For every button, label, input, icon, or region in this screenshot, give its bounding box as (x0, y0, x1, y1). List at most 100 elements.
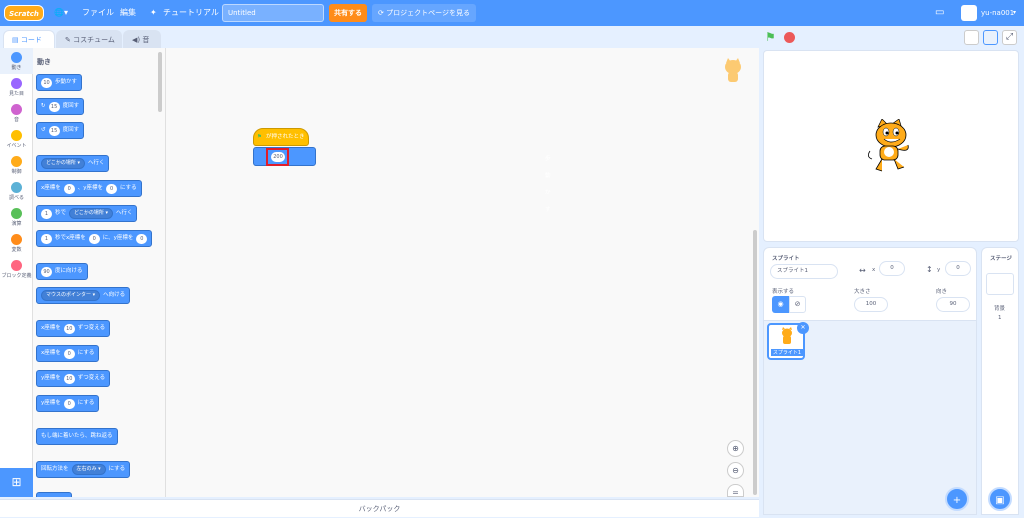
block-dropdown[interactable]: どこかの場所 ▾ (69, 208, 113, 219)
stage-selector[interactable]: ステージ 背景 1 (981, 247, 1019, 515)
block-set-y[interactable]: y座標を 0 にする (36, 395, 100, 412)
y-label: y (937, 267, 941, 273)
sprite-info-title: スプライト (772, 256, 800, 262)
category-dot (11, 130, 22, 141)
block-dropdown[interactable]: 左右のみ ▾ (71, 464, 106, 475)
sprite-name-input[interactable]: スプライト1 (770, 264, 838, 279)
block-input[interactable]: 10 (41, 77, 52, 88)
block-input[interactable]: 1 (41, 208, 52, 219)
category-sensing[interactable]: 調べる (0, 178, 33, 204)
see-project-page-label: プロジェクトページを見る (386, 9, 470, 17)
block-input[interactable]: 0 (63, 398, 75, 409)
move-steps-input[interactable]: 200 (271, 152, 285, 162)
choose-backdrop-button[interactable]: ▣ (988, 487, 1012, 511)
block-input[interactable]: 0 (88, 233, 100, 244)
block-point-towards[interactable]: マウスのポインター ▾ へ向ける (36, 287, 131, 304)
edit-menu[interactable]: 編集 (120, 0, 136, 26)
category-operators[interactable]: 演算 (0, 204, 33, 230)
category-events[interactable]: イベント (0, 126, 33, 152)
show-visible-button[interactable]: ◉ (772, 296, 789, 313)
block-dropdown[interactable]: どこかの場所 ▾ (41, 158, 85, 169)
code-icon: ▤ (12, 36, 21, 44)
when-flag-clicked-block[interactable]: ⚑ が押されたとき (253, 128, 309, 146)
block-input[interactable]: 90 (41, 266, 52, 277)
block-input[interactable]: 15 (48, 101, 60, 112)
direction-input[interactable]: 90 (936, 297, 970, 312)
backpack[interactable]: バックパック (0, 499, 759, 517)
share-button[interactable]: 共有する (329, 4, 367, 22)
category-looks[interactable]: 見た目 (0, 74, 33, 100)
block-bounce[interactable]: もし端に着いたら、跳ね返る (36, 428, 118, 445)
block-glide-xy[interactable]: 1 秒でx座標を 0 に、y座標を 0 (36, 230, 153, 247)
category-sound[interactable]: 音 (0, 100, 33, 126)
add-extension-button[interactable]: ⊞ (0, 468, 33, 497)
folder-icon[interactable]: ▭ (935, 0, 944, 26)
block-move-steps[interactable]: 10 歩動かす (36, 74, 83, 91)
category-dot (11, 78, 22, 89)
tutorial-menu[interactable]: チュートリアル (163, 0, 219, 26)
stop-icon[interactable] (784, 32, 795, 43)
show-hidden-button[interactable]: ⊘ (789, 296, 806, 313)
category-my-blocks[interactable]: ブロック定義 (0, 256, 33, 282)
block-label: 度に向ける (55, 268, 83, 274)
block-point-direction[interactable]: 90 度に向ける (36, 263, 88, 280)
block-input[interactable]: 15 (48, 125, 60, 136)
workspace-scrollbar[interactable] (753, 230, 757, 495)
block-goto[interactable]: どこかの場所 ▾ へ行く (36, 155, 110, 172)
project-title-input[interactable]: Untitled (222, 4, 324, 22)
block-turn-left[interactable]: ↺ 15 度回す (36, 122, 85, 139)
block-glide-to[interactable]: 1 秒で どこかの場所 ▾ へ行く (36, 205, 138, 222)
small-stage-icon[interactable] (964, 30, 979, 45)
block-set-x[interactable]: x座標を 0 にする (36, 345, 100, 362)
username[interactable]: yu-na001 (981, 0, 1014, 26)
highlighted-input[interactable]: 200 (266, 148, 289, 166)
block-input[interactable]: 0 (106, 183, 118, 194)
tab-code[interactable]: ▤ コード (3, 30, 55, 50)
cat-sprite[interactable] (864, 119, 920, 175)
y-position-input[interactable]: 0 (945, 261, 971, 276)
account-caret-icon[interactable]: ▾ (1013, 0, 1016, 26)
avatar[interactable] (961, 5, 977, 21)
palette-scrollbar[interactable] (158, 52, 162, 112)
fullscreen-icon[interactable]: ⤢ (1002, 30, 1017, 45)
block-change-y[interactable]: y座標を 10 ずつ変える (36, 370, 111, 387)
block-input[interactable]: 1 (41, 233, 52, 244)
see-project-page-button[interactable]: ⟳ プロジェクトページを見る (372, 4, 476, 22)
block-input[interactable]: 10 (63, 373, 75, 384)
block-goto-xy[interactable]: x座標を 0 、y座標を 0 にする (36, 180, 142, 197)
block-input[interactable]: 10 (63, 323, 75, 334)
category-label: 制御 (11, 169, 22, 175)
delete-sprite-button[interactable]: ✕ (797, 322, 809, 334)
zoom-reset-button[interactable]: = (727, 484, 744, 497)
tab-sound[interactable]: ◀) 音 (123, 30, 161, 50)
block-change-x[interactable]: x座標を 10 ずつ変える (36, 320, 111, 337)
block-partial[interactable] (36, 492, 72, 497)
category-motion[interactable]: 動き (0, 48, 33, 74)
tab-code-label: コード (20, 36, 42, 44)
category-variables[interactable]: 変数 (0, 230, 33, 256)
category-dot (11, 104, 22, 115)
tab-costume[interactable]: ✎ コスチューム (56, 30, 122, 50)
choose-sprite-button[interactable]: + (945, 487, 969, 511)
globe-icon[interactable]: 🌐▾ (54, 0, 68, 26)
backdrop-thumbnail[interactable] (986, 273, 1014, 295)
block-input[interactable]: 0 (63, 348, 75, 359)
block-input[interactable]: 0 (63, 183, 75, 194)
block-rotation-style[interactable]: 回転方法を 左右のみ ▾ にする (36, 461, 131, 478)
stage-canvas[interactable] (763, 50, 1019, 242)
block-input[interactable]: 0 (136, 233, 148, 244)
large-stage-icon[interactable] (983, 30, 998, 45)
file-menu[interactable]: ファイル (82, 0, 114, 26)
sprite-tile-cat-icon (782, 327, 792, 344)
scratch-logo[interactable]: Scratch (4, 5, 44, 21)
size-input[interactable]: 100 (854, 297, 888, 312)
block-turn-right[interactable]: ↻ 15 度回す (36, 98, 85, 115)
script-workspace[interactable] (165, 48, 759, 497)
green-flag-icon[interactable]: ⚑ (765, 30, 776, 44)
block-dropdown[interactable]: マウスのポインター ▾ (41, 290, 101, 301)
zoom-in-button[interactable]: ⊕ (727, 440, 744, 457)
x-position-input[interactable]: 0 (879, 261, 905, 276)
zoom-out-button[interactable]: ⊖ (727, 462, 744, 479)
block-label: ずつ変える (77, 375, 106, 381)
category-control[interactable]: 制御 (0, 152, 33, 178)
